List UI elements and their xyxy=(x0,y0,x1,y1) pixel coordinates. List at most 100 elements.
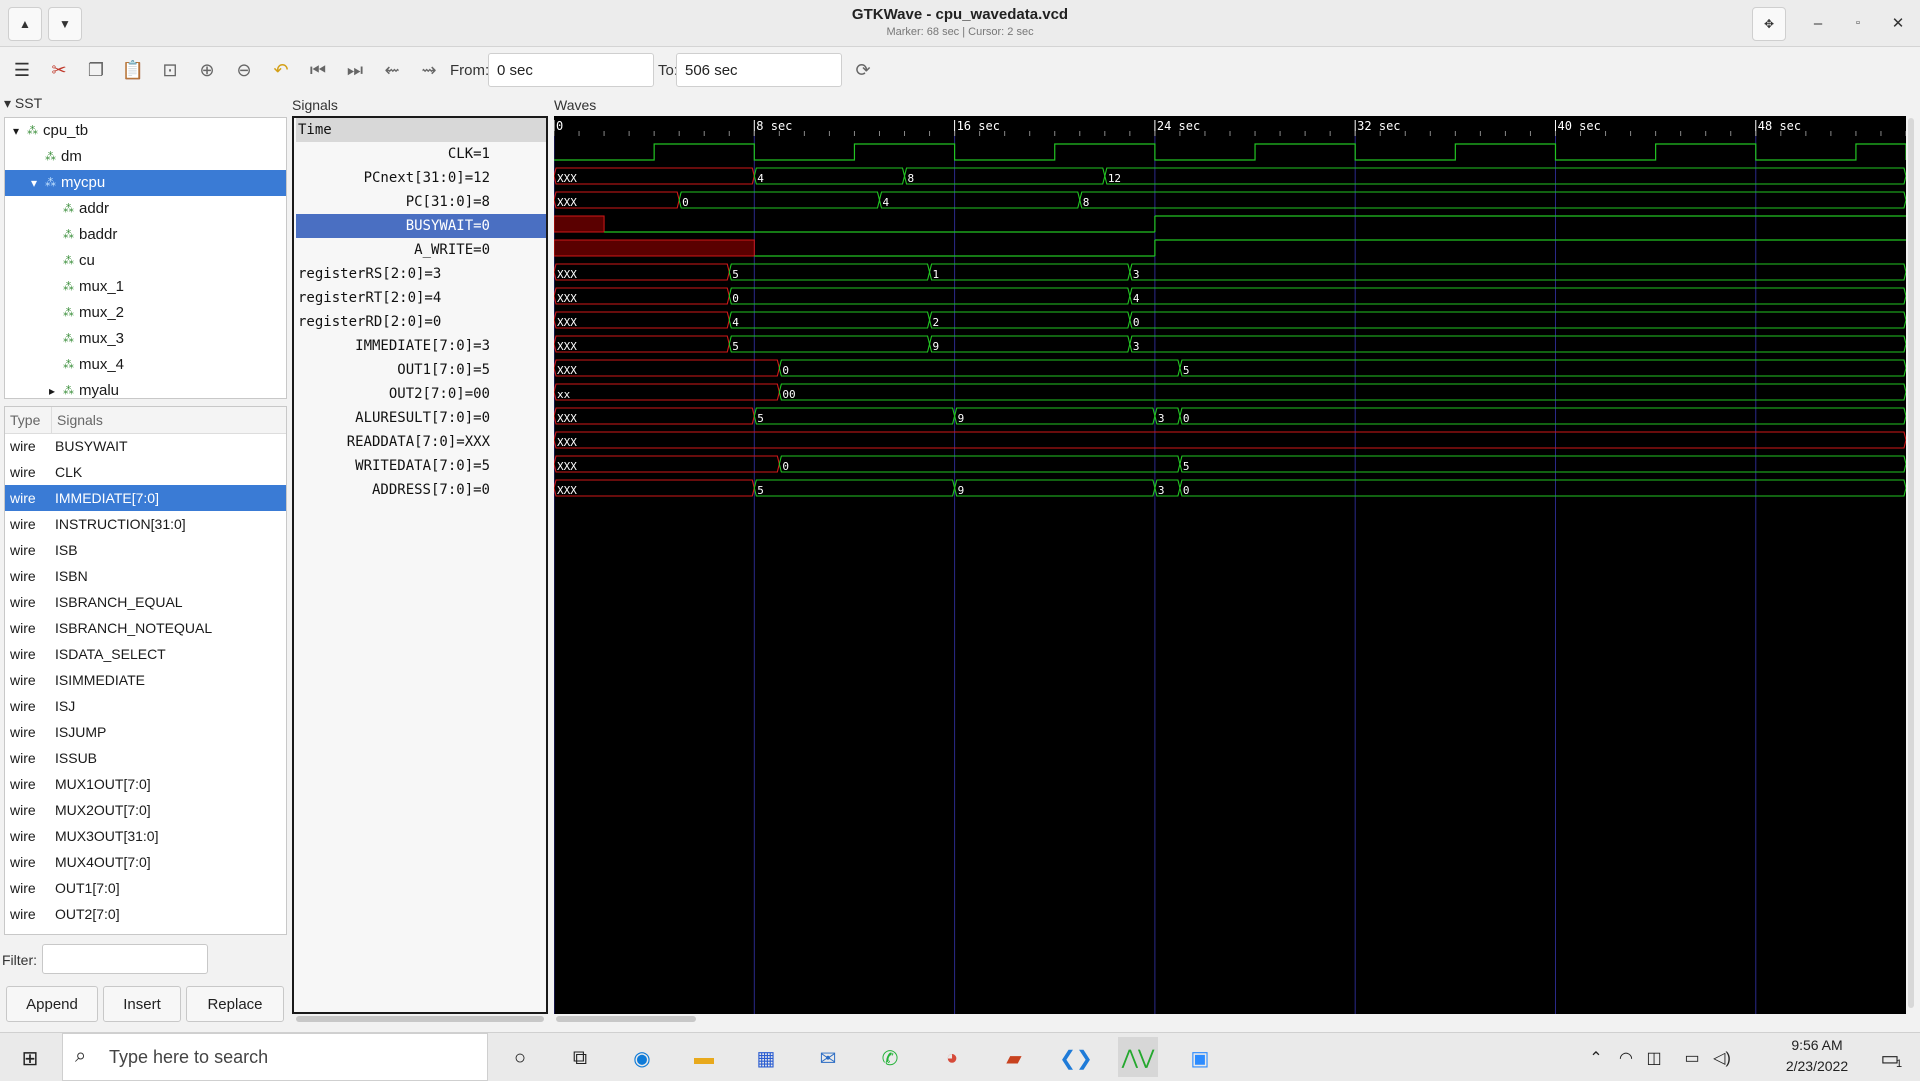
move-icon[interactable]: ✥ xyxy=(1752,7,1786,41)
menu-icon[interactable]: ☰ xyxy=(10,58,34,82)
table-row[interactable]: wire ISBN xyxy=(5,563,286,589)
next-edge-icon[interactable]: ⇝ xyxy=(417,58,441,82)
replace-button[interactable]: Replace xyxy=(186,986,284,1022)
cut-icon[interactable]: ✂ xyxy=(47,58,71,82)
table-row[interactable]: wire ISB xyxy=(5,537,286,563)
chrome-icon[interactable]: ◕ xyxy=(932,1041,972,1075)
signal-row[interactable]: A_WRITE=0 xyxy=(296,238,546,262)
powerpoint-icon[interactable]: ▰ xyxy=(994,1041,1034,1075)
time-header[interactable]: Time xyxy=(296,118,546,142)
table-row[interactable]: wire ISIMMEDIATE xyxy=(5,667,286,693)
tree-item-myalu[interactable]: ▸ ⁂ myalu xyxy=(5,378,286,398)
undo-icon[interactable]: ↶ xyxy=(269,58,293,82)
signals-scrollbar[interactable] xyxy=(296,1016,544,1022)
first-page-icon[interactable]: ⏮ xyxy=(306,58,330,82)
reload-icon[interactable]: ⟳ xyxy=(851,58,875,82)
tree-item-baddr[interactable]: ⁂ baddr xyxy=(5,222,286,248)
table-row[interactable]: wire ISDATA_SELECT xyxy=(5,641,286,667)
meet-icon[interactable]: ◫ xyxy=(1642,1041,1666,1075)
table-row[interactable]: wire MUX2OUT[7:0] xyxy=(5,797,286,823)
from-input[interactable] xyxy=(488,53,654,87)
signal-row[interactable]: PC[31:0]=8 xyxy=(296,190,546,214)
zoom-out-icon[interactable]: ⊖ xyxy=(232,58,256,82)
signals-table[interactable]: Type Signals wire BUSYWAIT wire CLK wire IMME… xyxy=(4,406,287,935)
expand-arrow-icon[interactable]: ▾ xyxy=(13,118,19,144)
signal-row[interactable]: IMMEDIATE[7:0]=3 xyxy=(296,334,546,358)
signals-column-header[interactable]: Signals xyxy=(51,407,103,433)
clock-time[interactable]: 9:56 AM xyxy=(1772,1037,1862,1053)
table-row[interactable]: wire IMMEDIATE[7:0] xyxy=(5,485,286,511)
signal-row[interactable]: BUSYWAIT=0 xyxy=(296,214,546,238)
table-row[interactable]: wire MUX3OUT[31:0] xyxy=(5,823,286,849)
tree-item-dm[interactable]: ⁂ dm xyxy=(5,144,286,170)
gtkwave-icon[interactable]: ⋀⋁ xyxy=(1118,1037,1158,1077)
tree-item-cu[interactable]: ⁂ cu xyxy=(5,248,286,274)
sst-header[interactable]: ▾ SST xyxy=(4,95,42,112)
tree-item-mux-2[interactable]: ⁂ mux_2 xyxy=(5,300,286,326)
notification-icon[interactable]: ▭ xyxy=(1870,1041,1910,1075)
prev-edge-icon[interactable]: ⇜ xyxy=(380,58,404,82)
table-row[interactable]: wire ISJ xyxy=(5,693,286,719)
signal-row[interactable]: OUT1[7:0]=5 xyxy=(296,358,546,382)
mail-icon[interactable]: ✉ xyxy=(808,1041,848,1075)
type-column-header[interactable]: Type xyxy=(10,407,40,433)
collapse-arrow-icon[interactable]: ▸ xyxy=(49,378,55,398)
battery-icon[interactable]: ▭ xyxy=(1680,1041,1704,1075)
filter-input[interactable] xyxy=(42,944,208,974)
waves-v-scrollbar[interactable] xyxy=(1908,118,1914,1008)
tree-item-mux-3[interactable]: ⁂ mux_3 xyxy=(5,326,286,352)
cortana-icon[interactable]: ○ xyxy=(500,1041,540,1075)
append-button[interactable]: Append xyxy=(6,986,98,1022)
sst-tree[interactable]: ▾ ⁂ cpu_tb ⁂ dm ▾ ⁂ mycpu ⁂ addr ⁂ baddr ⁂ cu ⁂ mux_1 ⁂ m… xyxy=(4,117,287,399)
table-row[interactable]: wire ISBRANCH_NOTEQUAL xyxy=(5,615,286,641)
table-row[interactable]: wire OUT1[7:0] xyxy=(5,875,286,901)
table-row[interactable]: wire ISSUB xyxy=(5,745,286,771)
last-page-icon[interactable]: ⏭ xyxy=(343,58,367,82)
waves-h-scrollbar[interactable] xyxy=(556,1016,696,1022)
signal-row[interactable]: registerRD[2:0]=0 xyxy=(296,310,546,334)
volume-icon[interactable]: ◁) xyxy=(1710,1041,1734,1075)
minimize-button[interactable]: – xyxy=(1804,10,1832,36)
insert-button[interactable]: Insert xyxy=(103,986,181,1022)
table-row[interactable]: wire ISBRANCH_EQUAL xyxy=(5,589,286,615)
table-row[interactable]: wire BUSYWAIT xyxy=(5,433,286,459)
vscode-icon[interactable]: ❮❯ xyxy=(1056,1041,1096,1075)
tree-item-cpu-tb[interactable]: ▾ ⁂ cpu_tb xyxy=(5,118,286,144)
table-row[interactable]: wire MUX4OUT[7:0] xyxy=(5,849,286,875)
signal-row[interactable]: WRITEDATA[7:0]=5 xyxy=(296,454,546,478)
tray-chevron-icon[interactable]: ⌃ xyxy=(1584,1041,1608,1075)
signal-row[interactable]: ADDRESS[7:0]=0 xyxy=(296,478,546,502)
copy-icon[interactable]: ❐ xyxy=(84,58,108,82)
tree-item-addr[interactable]: ⁂ addr xyxy=(5,196,286,222)
zoom-in-icon[interactable]: ⊕ xyxy=(195,58,219,82)
store-icon[interactable]: ▦ xyxy=(746,1041,786,1075)
whatsapp-icon[interactable]: ✆ xyxy=(870,1041,910,1075)
signal-row[interactable]: CLK=1 xyxy=(296,142,546,166)
signal-row[interactable]: OUT2[7:0]=00 xyxy=(296,382,546,406)
signal-row[interactable]: registerRS[2:0]=3 xyxy=(296,262,546,286)
tree-item-mycpu[interactable]: ▾ ⁂ mycpu xyxy=(5,170,286,196)
table-row[interactable]: wire OUTCODE[7:0] xyxy=(5,927,286,934)
table-row[interactable]: wire OUT2[7:0] xyxy=(5,901,286,927)
tree-item-mux-4[interactable]: ⁂ mux_4 xyxy=(5,352,286,378)
table-row[interactable]: wire INSTRUCTION[31:0] xyxy=(5,511,286,537)
tree-item-mux-1[interactable]: ⁂ mux_1 xyxy=(5,274,286,300)
zoom-icon[interactable]: ▣ xyxy=(1180,1041,1220,1075)
start-icon[interactable]: ⊞ xyxy=(10,1041,50,1075)
table-row[interactable]: wire CLK xyxy=(5,459,286,485)
edge-icon[interactable]: ◉ xyxy=(622,1041,662,1075)
table-row[interactable]: wire ISJUMP xyxy=(5,719,286,745)
zoom-fit-icon[interactable]: ⊡ xyxy=(158,58,182,82)
signal-row[interactable]: registerRT[2:0]=4 xyxy=(296,286,546,310)
signal-row[interactable]: ALURESULT[7:0]=0 xyxy=(296,406,546,430)
to-input[interactable] xyxy=(676,53,842,87)
maximize-button[interactable]: ▫ xyxy=(1844,10,1872,36)
paste-icon[interactable]: 📋 xyxy=(121,58,145,82)
signal-row[interactable]: READDATA[7:0]=XXX xyxy=(296,430,546,454)
waves-canvas[interactable]: 0 8 sec 16 sec 24 sec 32 sec 40 sec 48 sec XXX 4… xyxy=(553,116,1907,1014)
network-icon[interactable]: ◠ xyxy=(1614,1041,1638,1075)
file-explorer-icon[interactable]: ▬ xyxy=(684,1041,724,1075)
signal-row[interactable]: PCnext[31:0]=12 xyxy=(296,166,546,190)
table-row[interactable]: wire MUX1OUT[7:0] xyxy=(5,771,286,797)
clock-date[interactable]: 2/23/2022 xyxy=(1772,1058,1862,1074)
